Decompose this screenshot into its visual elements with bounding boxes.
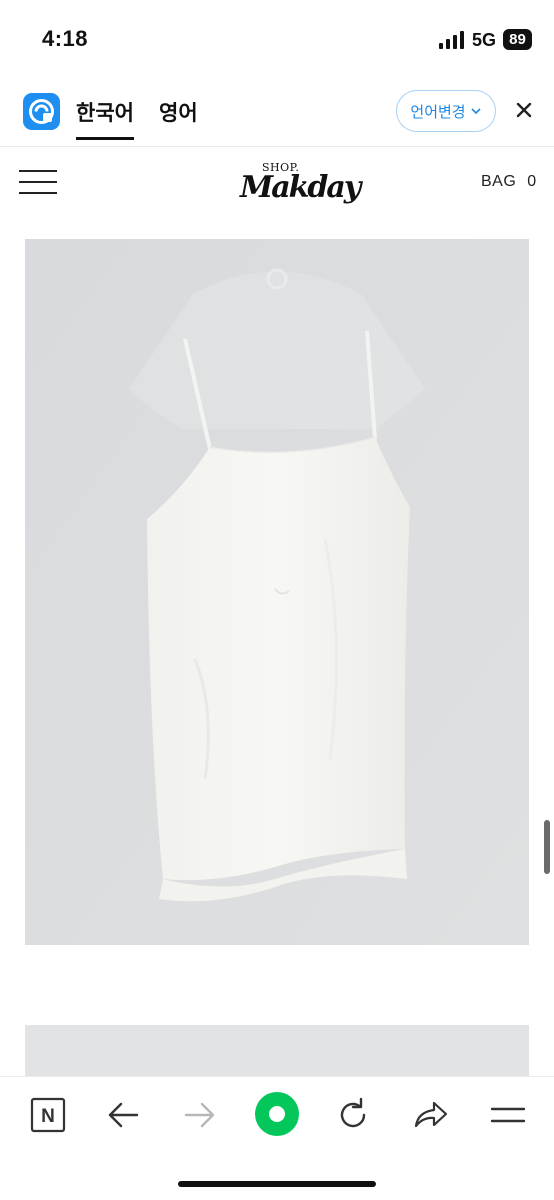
change-language-label: 언어변경: [410, 103, 466, 121]
tab-korean[interactable]: 한국어: [76, 97, 134, 140]
scroll-indicator[interactable]: [544, 820, 550, 874]
change-language-button[interactable]: 언어변경: [396, 90, 496, 132]
home-indicator[interactable]: [178, 1181, 376, 1187]
signal-bars-icon: [439, 31, 464, 49]
green-dot-icon[interactable]: [255, 1092, 299, 1136]
back-arrow-icon[interactable]: [103, 1095, 143, 1135]
hamburger-menu-icon[interactable]: [19, 170, 57, 194]
brand-main-text: Makday: [240, 170, 361, 205]
translate-bar: 한국어 영어 언어변경: [0, 80, 554, 147]
tab-english[interactable]: 영어: [159, 97, 198, 127]
bag-label: BAG: [481, 173, 517, 190]
close-icon[interactable]: [512, 98, 536, 122]
product-image-white-slip-dress[interactable]: [25, 239, 529, 945]
slip-dress-illustration: [25, 239, 529, 945]
refresh-icon[interactable]: [333, 1095, 373, 1135]
forward-arrow-icon[interactable]: [180, 1095, 220, 1135]
status-bar: 4:18 5G 89: [0, 0, 554, 80]
battery-icon: 89: [503, 29, 532, 50]
brand-logo[interactable]: SHOP. Makday: [234, 154, 361, 224]
network-label: 5G: [472, 30, 497, 50]
naver-home-label: N: [41, 1106, 55, 1127]
menu-icon[interactable]: [488, 1095, 528, 1135]
share-icon[interactable]: [410, 1095, 450, 1135]
bag-button[interactable]: BAG 0: [481, 173, 537, 191]
status-time: 4:18: [42, 26, 89, 51]
naver-home-icon[interactable]: N: [28, 1095, 68, 1135]
bag-count: 0: [527, 173, 537, 190]
papago-translate-icon[interactable]: [23, 93, 60, 130]
shop-header: SHOP. Makday BAG 0: [0, 148, 554, 228]
chevron-down-icon: [471, 108, 481, 115]
